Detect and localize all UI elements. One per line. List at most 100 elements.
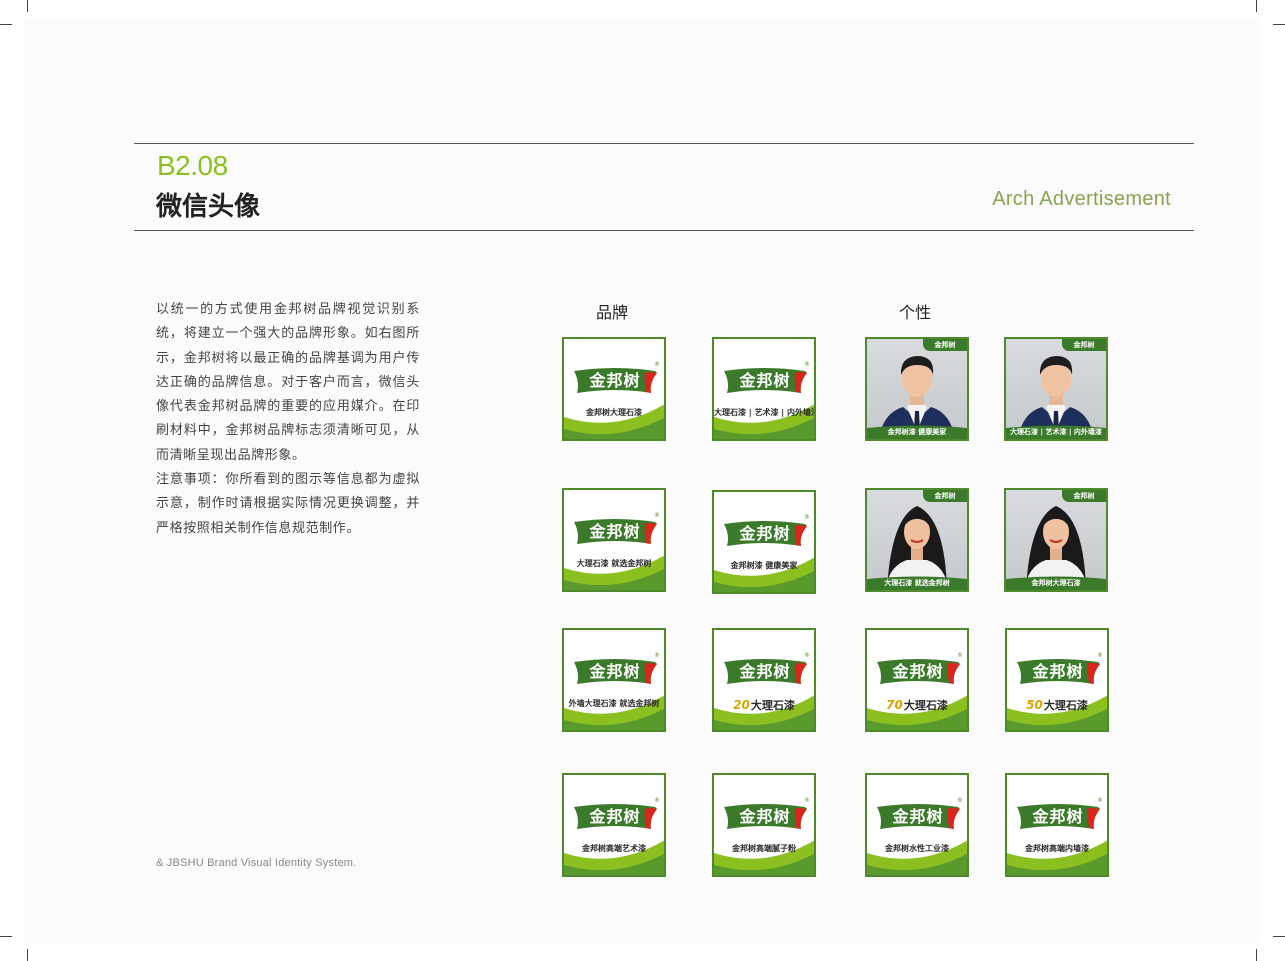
header-bottom-rule xyxy=(134,230,1194,231)
brand-logo-text: 金邦树 xyxy=(1032,662,1084,681)
brand-logo: 金邦树 xyxy=(721,520,809,548)
avatar-tile: 金邦树 ® 大理石漆 | 艺术漆 | 内外墙漆 xyxy=(712,337,816,441)
green-swoosh-graphic xyxy=(867,840,967,875)
crop-mark xyxy=(1273,936,1285,937)
avatar-tagline: 金邦树大理石漆 xyxy=(564,407,664,418)
registered-mark: ® xyxy=(1097,652,1103,659)
header-top-rule xyxy=(134,143,1194,144)
avatar-tile: 金邦树 ® 金邦树大理石漆 xyxy=(562,337,666,441)
brand-logo-text: 金邦树 xyxy=(892,807,944,826)
photo-caption: 大理石漆 就选金邦树 xyxy=(884,579,950,587)
male-portrait-photo xyxy=(879,356,955,439)
green-swoosh-graphic xyxy=(714,840,814,875)
section-label: Arch Advertisement xyxy=(992,188,1171,210)
brand-logo: 金邦树 xyxy=(571,658,659,686)
brand-logo: 金邦树 xyxy=(721,367,809,395)
brand-logo-text: 金邦树 xyxy=(739,662,791,681)
footer-text: & JBSHU Brand Visual Identity System. xyxy=(156,857,357,869)
tagline-text: 外墙大理石漆 就选金邦树 xyxy=(568,699,660,708)
brand-logo-text: 金邦树 xyxy=(589,662,641,681)
avatar-tagline: 50大理石漆 xyxy=(1007,697,1107,713)
crop-mark xyxy=(0,936,12,937)
corner-brand-label: 金邦树 xyxy=(1062,339,1106,351)
corner-brand-label: 金邦树 xyxy=(923,490,967,502)
tagline-text: 金邦树大理石漆 xyxy=(586,408,642,417)
brand-logo: 金邦树 xyxy=(571,518,659,546)
green-swoosh-graphic xyxy=(714,404,814,439)
photo-caption: 金邦树大理石漆 xyxy=(1031,579,1081,587)
photo-avatar-tile: 金邦树大理石漆 | 艺术漆 | 内外墙漆 xyxy=(1004,337,1108,441)
registered-mark: ® xyxy=(654,652,660,659)
photo-avatar-tile: 金邦树金邦树漆 健康美家 xyxy=(865,337,969,441)
avatar-tagline: 大理石漆 | 艺术漆 | 内外墙漆 xyxy=(714,407,814,418)
female-portrait-photo xyxy=(1024,506,1088,590)
tagline-text: 金邦树水性工业漆 xyxy=(885,844,949,853)
avatar-tile: 金邦树 ® 金邦树高端腻子粉 xyxy=(712,773,816,877)
avatar-tile: 金邦树 ® 金邦树漆 健康美家 xyxy=(712,490,816,594)
tagline-text: 大理石漆 xyxy=(1043,699,1088,712)
intro-paragraph: 以统一的方式使用金邦树品牌视觉识别系统，将建立一个强大的品牌形象。如右图所示，金… xyxy=(156,302,420,463)
photo-avatar-tile: 金邦树金邦树大理石漆 xyxy=(1004,488,1108,592)
green-swoosh-graphic xyxy=(564,404,664,439)
green-swoosh-graphic xyxy=(1007,840,1107,875)
intro-note: 注意事项：你所看到的图示等信息都为虚拟示意，制作时请根据实际情况更换调整，并严格… xyxy=(156,472,420,536)
brand-logo-text: 金邦树 xyxy=(739,807,791,826)
green-swoosh-graphic xyxy=(714,557,814,592)
anniversary-number: 50 xyxy=(1026,698,1043,712)
brand-logo: 金邦树 xyxy=(1014,803,1102,831)
crop-mark xyxy=(1256,0,1257,12)
avatar-tile: 金邦树 ® 金邦树高端艺术漆 xyxy=(562,773,666,877)
avatar-tagline: 金邦树高端艺术漆 xyxy=(564,843,664,854)
crop-mark xyxy=(27,0,28,12)
brand-logo-text: 金邦树 xyxy=(589,371,641,390)
photo-caption: 金邦树漆 健康美家 xyxy=(887,428,947,436)
anniversary-number: 70 xyxy=(886,698,903,712)
photo-caption-band: 金邦树大理石漆 xyxy=(1006,576,1106,590)
registered-mark: ® xyxy=(804,514,810,521)
brand-logo: 金邦树 xyxy=(874,658,962,686)
brand-logo: 金邦树 xyxy=(571,367,659,395)
tagline-text: 金邦树高端艺术漆 xyxy=(582,844,646,853)
crop-mark xyxy=(27,949,28,961)
registered-mark: ® xyxy=(804,361,810,368)
avatar-tile: 金邦树 ® 金邦树高端内墙漆 xyxy=(1005,773,1109,877)
tagline-text: 金邦树高端内墙漆 xyxy=(1025,844,1089,853)
avatar-tagline: 金邦树水性工业漆 xyxy=(867,843,967,854)
brand-logo: 金邦树 xyxy=(874,803,962,831)
green-swoosh-graphic xyxy=(564,840,664,875)
intro-text: 以统一的方式使用金邦树品牌视觉识别系统，将建立一个强大的品牌形象。如右图所示，金… xyxy=(156,298,420,541)
female-portrait-photo xyxy=(885,506,949,590)
photo-avatar-tile: 金邦树大理石漆 就选金邦树 xyxy=(865,488,969,592)
brand-logo: 金邦树 xyxy=(571,803,659,831)
tagline-text: 大理石漆 | 艺术漆 | 内外墙漆 xyxy=(714,408,816,417)
crop-mark xyxy=(1256,949,1257,961)
brand-logo: 金邦树 xyxy=(721,803,809,831)
tagline-text: 大理石漆 xyxy=(903,699,948,712)
male-portrait-photo xyxy=(1018,356,1094,439)
tagline-text: 大理石漆 就选金邦树 xyxy=(576,559,652,568)
avatar-tagline: 大理石漆 就选金邦树 xyxy=(564,558,664,569)
registered-mark: ® xyxy=(1097,797,1103,804)
green-swoosh-graphic xyxy=(564,555,664,590)
brand-logo: 金邦树 xyxy=(721,658,809,686)
brand-logo-text: 金邦树 xyxy=(739,371,791,390)
column-heading-personal: 个性 xyxy=(899,303,932,322)
tagline-text: 金邦树漆 健康美家 xyxy=(730,561,798,570)
crop-mark xyxy=(1273,24,1285,25)
corner-brand-label: 金邦树 xyxy=(1062,490,1106,502)
corner-brand-label: 金邦树 xyxy=(923,339,967,351)
section-code: B2.08 xyxy=(157,150,228,181)
avatar-tile: 金邦树 ® 大理石漆 就选金邦树 xyxy=(562,488,666,592)
photo-caption-band: 金邦树漆 健康美家 xyxy=(867,425,967,439)
tagline-text: 大理石漆 xyxy=(750,699,795,712)
registered-mark: ® xyxy=(957,797,963,804)
avatar-tagline: 70大理石漆 xyxy=(867,697,967,713)
tagline-text: 金邦树高端腻子粉 xyxy=(732,844,796,853)
avatar-tile: 金邦树 ® 金邦树水性工业漆 xyxy=(865,773,969,877)
registered-mark: ® xyxy=(804,652,810,659)
registered-mark: ® xyxy=(654,512,660,519)
page-title: 微信头像 xyxy=(156,192,261,222)
green-swoosh-graphic xyxy=(564,695,664,730)
photo-caption: 大理石漆 | 艺术漆 | 内外墙漆 xyxy=(1010,428,1102,436)
avatar-tagline: 外墙大理石漆 就选金邦树 xyxy=(564,698,664,709)
